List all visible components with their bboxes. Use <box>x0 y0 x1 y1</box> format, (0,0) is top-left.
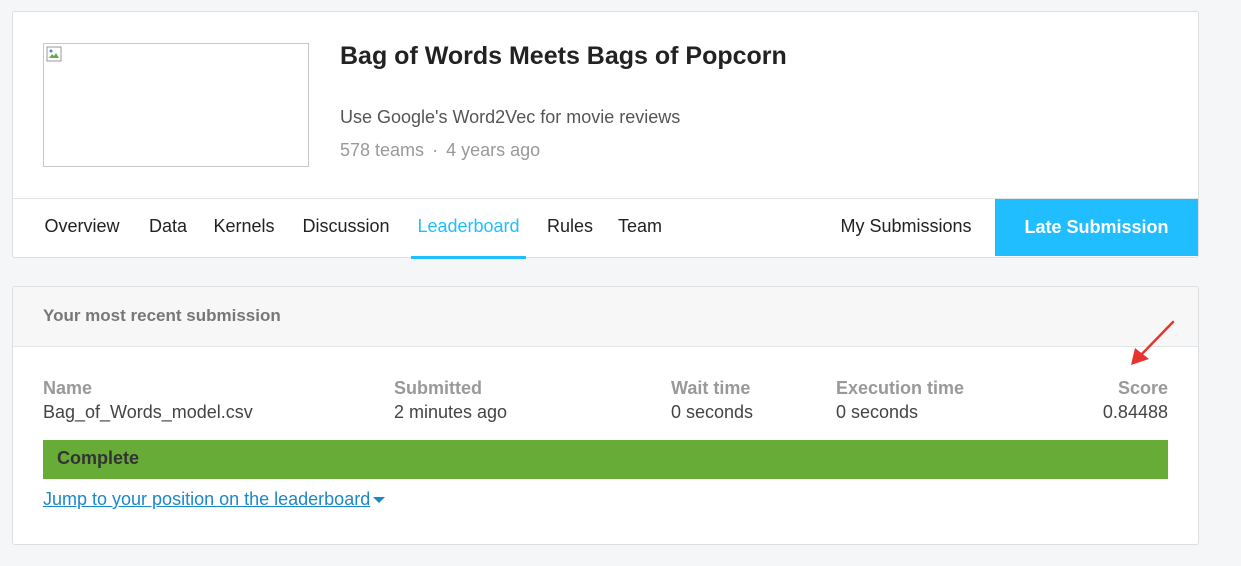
competition-age: 4 years ago <box>446 140 541 160</box>
my-submissions-link[interactable]: My Submissions <box>829 199 983 256</box>
competition-tabbar: Overview Data Kernels Discussion Leaderb… <box>13 198 1198 259</box>
late-submission-button[interactable]: Late Submission <box>995 199 1198 256</box>
score-column: Score 0.84488 <box>1103 376 1168 424</box>
wait-time-column: Wait time 0 seconds <box>671 376 753 424</box>
status-bar: Complete <box>43 440 1168 479</box>
submitted-column: Submitted 2 minutes ago <box>394 376 507 424</box>
meta-separator: · <box>432 140 439 160</box>
execution-time-label: Execution time <box>836 378 965 398</box>
team-count: 578 teams <box>340 140 425 160</box>
competition-title: Bag of Words Meets Bags of Popcorn <box>340 42 787 70</box>
recent-submission-card: Your most recent submission Name Bag_of_… <box>12 286 1199 545</box>
name-value: Bag_of_Words_model.csv <box>43 402 253 422</box>
tab-discussion[interactable]: Discussion <box>297 199 395 256</box>
red-arrow-annotation-icon <box>1131 320 1175 365</box>
status-text: Complete <box>57 448 140 468</box>
submission-card-title: Your most recent submission <box>43 306 281 325</box>
competition-subtitle: Use Google's Word2Vec for movie reviews <box>340 107 681 127</box>
submitted-value: 2 minutes ago <box>394 402 508 422</box>
competition-meta: 578 teams · 4 years ago <box>340 140 540 161</box>
wait-time-label: Wait time <box>671 378 751 398</box>
tab-overview[interactable]: Overview <box>40 199 124 256</box>
competition-header-card: Bag of Words Meets Bags of Popcorn Use G… <box>12 11 1199 259</box>
submission-card-header: Your most recent submission <box>13 287 1198 347</box>
tab-data[interactable]: Data <box>143 199 193 256</box>
score-value: 0.84488 <box>1102 402 1168 422</box>
wait-time-value: 0 seconds <box>671 402 754 422</box>
execution-time-column: Execution time 0 seconds <box>836 376 964 424</box>
name-label: Name <box>43 378 93 398</box>
execution-time-value: 0 seconds <box>836 402 919 422</box>
caret-down-icon <box>373 497 386 504</box>
name-column: Name Bag_of_Words_model.csv <box>43 376 253 424</box>
jump-to-leaderboard-link[interactable]: Jump to your position on the leaderboard <box>43 489 386 510</box>
tab-rules[interactable]: Rules <box>542 199 598 256</box>
tab-team[interactable]: Team <box>614 199 666 256</box>
competition-thumbnail <box>43 43 309 167</box>
broken-image-icon <box>46 46 62 62</box>
score-label: Score <box>1117 378 1168 398</box>
submitted-label: Submitted <box>394 378 482 398</box>
tab-kernels[interactable]: Kernels <box>209 199 279 256</box>
tab-leaderboard[interactable]: Leaderboard <box>411 199 526 259</box>
jump-link-text: Jump to your position on the leaderboard <box>43 489 371 509</box>
